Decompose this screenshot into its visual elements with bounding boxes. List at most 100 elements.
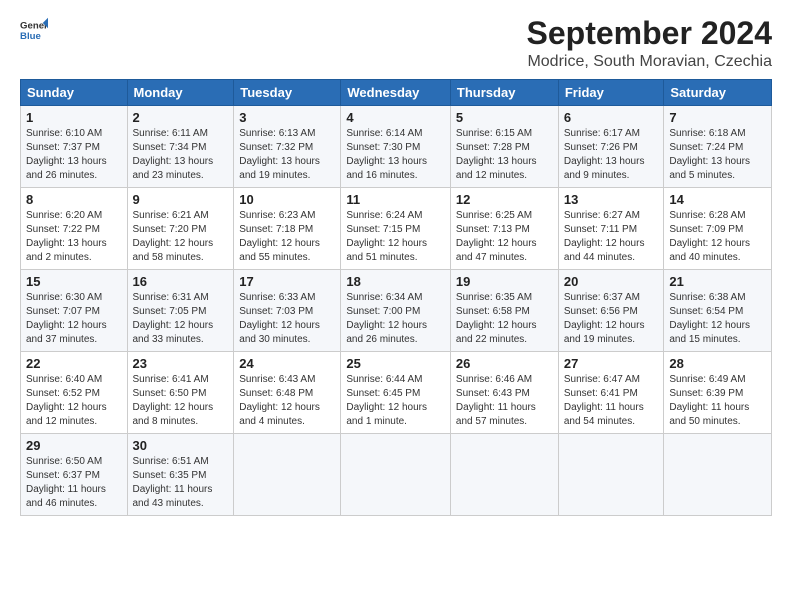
table-row: 4 Sunrise: 6:14 AMSunset: 7:30 PMDayligh… bbox=[341, 106, 451, 188]
day-number: 21 bbox=[669, 274, 766, 289]
day-detail: Sunrise: 6:21 AMSunset: 7:20 PMDaylight:… bbox=[133, 210, 214, 263]
table-row: 19 Sunrise: 6:35 AMSunset: 6:58 PMDaylig… bbox=[450, 270, 558, 352]
table-row: 30 Sunrise: 6:51 AMSunset: 6:35 PMDaylig… bbox=[127, 434, 234, 516]
day-detail: Sunrise: 6:25 AMSunset: 7:13 PMDaylight:… bbox=[456, 210, 537, 263]
table-row: 22 Sunrise: 6:40 AMSunset: 6:52 PMDaylig… bbox=[21, 352, 128, 434]
col-friday: Friday bbox=[558, 80, 664, 106]
col-thursday: Thursday bbox=[450, 80, 558, 106]
day-detail: Sunrise: 6:17 AMSunset: 7:26 PMDaylight:… bbox=[564, 128, 645, 181]
col-sunday: Sunday bbox=[21, 80, 128, 106]
day-detail: Sunrise: 6:35 AMSunset: 6:58 PMDaylight:… bbox=[456, 292, 537, 345]
table-row: 26 Sunrise: 6:46 AMSunset: 6:43 PMDaylig… bbox=[450, 352, 558, 434]
day-number: 11 bbox=[346, 192, 445, 207]
day-number: 28 bbox=[669, 356, 766, 371]
title-block: September 2024 Modrice, South Moravian, … bbox=[527, 16, 772, 71]
table-row: 14 Sunrise: 6:28 AMSunset: 7:09 PMDaylig… bbox=[664, 188, 772, 270]
day-detail: Sunrise: 6:18 AMSunset: 7:24 PMDaylight:… bbox=[669, 128, 750, 181]
day-detail: Sunrise: 6:27 AMSunset: 7:11 PMDaylight:… bbox=[564, 210, 645, 263]
day-detail: Sunrise: 6:33 AMSunset: 7:03 PMDaylight:… bbox=[239, 292, 320, 345]
day-detail: Sunrise: 6:14 AMSunset: 7:30 PMDaylight:… bbox=[346, 128, 427, 181]
page-subtitle: Modrice, South Moravian, Czechia bbox=[527, 53, 772, 71]
table-row: 12 Sunrise: 6:25 AMSunset: 7:13 PMDaylig… bbox=[450, 188, 558, 270]
day-number: 25 bbox=[346, 356, 445, 371]
col-wednesday: Wednesday bbox=[341, 80, 451, 106]
day-number: 8 bbox=[26, 192, 122, 207]
table-row: 3 Sunrise: 6:13 AMSunset: 7:32 PMDayligh… bbox=[234, 106, 341, 188]
day-number: 23 bbox=[133, 356, 229, 371]
day-number: 13 bbox=[564, 192, 659, 207]
day-detail: Sunrise: 6:31 AMSunset: 7:05 PMDaylight:… bbox=[133, 292, 214, 345]
day-number: 12 bbox=[456, 192, 553, 207]
day-number: 5 bbox=[456, 110, 553, 125]
table-row: 9 Sunrise: 6:21 AMSunset: 7:20 PMDayligh… bbox=[127, 188, 234, 270]
day-detail: Sunrise: 6:43 AMSunset: 6:48 PMDaylight:… bbox=[239, 374, 320, 427]
day-number: 3 bbox=[239, 110, 335, 125]
table-row: 17 Sunrise: 6:33 AMSunset: 7:03 PMDaylig… bbox=[234, 270, 341, 352]
day-number: 2 bbox=[133, 110, 229, 125]
table-row bbox=[341, 434, 451, 516]
table-row: 6 Sunrise: 6:17 AMSunset: 7:26 PMDayligh… bbox=[558, 106, 664, 188]
day-number: 4 bbox=[346, 110, 445, 125]
col-monday: Monday bbox=[127, 80, 234, 106]
table-row: 25 Sunrise: 6:44 AMSunset: 6:45 PMDaylig… bbox=[341, 352, 451, 434]
table-row: 11 Sunrise: 6:24 AMSunset: 7:15 PMDaylig… bbox=[341, 188, 451, 270]
day-detail: Sunrise: 6:37 AMSunset: 6:56 PMDaylight:… bbox=[564, 292, 645, 345]
table-row: 16 Sunrise: 6:31 AMSunset: 7:05 PMDaylig… bbox=[127, 270, 234, 352]
table-row: 5 Sunrise: 6:15 AMSunset: 7:28 PMDayligh… bbox=[450, 106, 558, 188]
day-detail: Sunrise: 6:41 AMSunset: 6:50 PMDaylight:… bbox=[133, 374, 214, 427]
table-row: 28 Sunrise: 6:49 AMSunset: 6:39 PMDaylig… bbox=[664, 352, 772, 434]
table-row: 20 Sunrise: 6:37 AMSunset: 6:56 PMDaylig… bbox=[558, 270, 664, 352]
day-detail: Sunrise: 6:28 AMSunset: 7:09 PMDaylight:… bbox=[669, 210, 750, 263]
day-number: 7 bbox=[669, 110, 766, 125]
table-row: 2 Sunrise: 6:11 AMSunset: 7:34 PMDayligh… bbox=[127, 106, 234, 188]
day-detail: Sunrise: 6:13 AMSunset: 7:32 PMDaylight:… bbox=[239, 128, 320, 181]
logo-icon: General Blue bbox=[20, 16, 48, 44]
table-row: 7 Sunrise: 6:18 AMSunset: 7:24 PMDayligh… bbox=[664, 106, 772, 188]
table-row: 15 Sunrise: 6:30 AMSunset: 7:07 PMDaylig… bbox=[21, 270, 128, 352]
day-detail: Sunrise: 6:30 AMSunset: 7:07 PMDaylight:… bbox=[26, 292, 107, 345]
table-row bbox=[450, 434, 558, 516]
table-row: 8 Sunrise: 6:20 AMSunset: 7:22 PMDayligh… bbox=[21, 188, 128, 270]
table-row: 13 Sunrise: 6:27 AMSunset: 7:11 PMDaylig… bbox=[558, 188, 664, 270]
day-number: 15 bbox=[26, 274, 122, 289]
table-row: 18 Sunrise: 6:34 AMSunset: 7:00 PMDaylig… bbox=[341, 270, 451, 352]
day-number: 17 bbox=[239, 274, 335, 289]
day-detail: Sunrise: 6:44 AMSunset: 6:45 PMDaylight:… bbox=[346, 374, 427, 427]
day-number: 18 bbox=[346, 274, 445, 289]
day-detail: Sunrise: 6:34 AMSunset: 7:00 PMDaylight:… bbox=[346, 292, 427, 345]
day-number: 19 bbox=[456, 274, 553, 289]
day-number: 27 bbox=[564, 356, 659, 371]
svg-text:Blue: Blue bbox=[20, 31, 41, 42]
day-number: 26 bbox=[456, 356, 553, 371]
day-detail: Sunrise: 6:24 AMSunset: 7:15 PMDaylight:… bbox=[346, 210, 427, 263]
day-detail: Sunrise: 6:50 AMSunset: 6:37 PMDaylight:… bbox=[26, 456, 106, 509]
logo: General Blue bbox=[20, 16, 48, 44]
table-row bbox=[234, 434, 341, 516]
svg-text:General: General bbox=[20, 20, 48, 31]
table-row: 10 Sunrise: 6:23 AMSunset: 7:18 PMDaylig… bbox=[234, 188, 341, 270]
day-number: 9 bbox=[133, 192, 229, 207]
day-detail: Sunrise: 6:20 AMSunset: 7:22 PMDaylight:… bbox=[26, 210, 107, 263]
table-row bbox=[558, 434, 664, 516]
calendar-table: Sunday Monday Tuesday Wednesday Thursday… bbox=[20, 79, 772, 516]
table-row: 29 Sunrise: 6:50 AMSunset: 6:37 PMDaylig… bbox=[21, 434, 128, 516]
table-row: 21 Sunrise: 6:38 AMSunset: 6:54 PMDaylig… bbox=[664, 270, 772, 352]
page-title: September 2024 bbox=[527, 16, 772, 51]
day-number: 14 bbox=[669, 192, 766, 207]
day-detail: Sunrise: 6:38 AMSunset: 6:54 PMDaylight:… bbox=[669, 292, 750, 345]
day-detail: Sunrise: 6:23 AMSunset: 7:18 PMDaylight:… bbox=[239, 210, 320, 263]
day-detail: Sunrise: 6:47 AMSunset: 6:41 PMDaylight:… bbox=[564, 374, 644, 427]
table-row: 27 Sunrise: 6:47 AMSunset: 6:41 PMDaylig… bbox=[558, 352, 664, 434]
day-detail: Sunrise: 6:46 AMSunset: 6:43 PMDaylight:… bbox=[456, 374, 536, 427]
table-row: 23 Sunrise: 6:41 AMSunset: 6:50 PMDaylig… bbox=[127, 352, 234, 434]
day-number: 22 bbox=[26, 356, 122, 371]
day-number: 20 bbox=[564, 274, 659, 289]
day-detail: Sunrise: 6:10 AMSunset: 7:37 PMDaylight:… bbox=[26, 128, 107, 181]
day-number: 16 bbox=[133, 274, 229, 289]
day-detail: Sunrise: 6:51 AMSunset: 6:35 PMDaylight:… bbox=[133, 456, 213, 509]
table-row: 24 Sunrise: 6:43 AMSunset: 6:48 PMDaylig… bbox=[234, 352, 341, 434]
day-number: 10 bbox=[239, 192, 335, 207]
day-number: 1 bbox=[26, 110, 122, 125]
table-row bbox=[664, 434, 772, 516]
day-detail: Sunrise: 6:11 AMSunset: 7:34 PMDaylight:… bbox=[133, 128, 214, 181]
